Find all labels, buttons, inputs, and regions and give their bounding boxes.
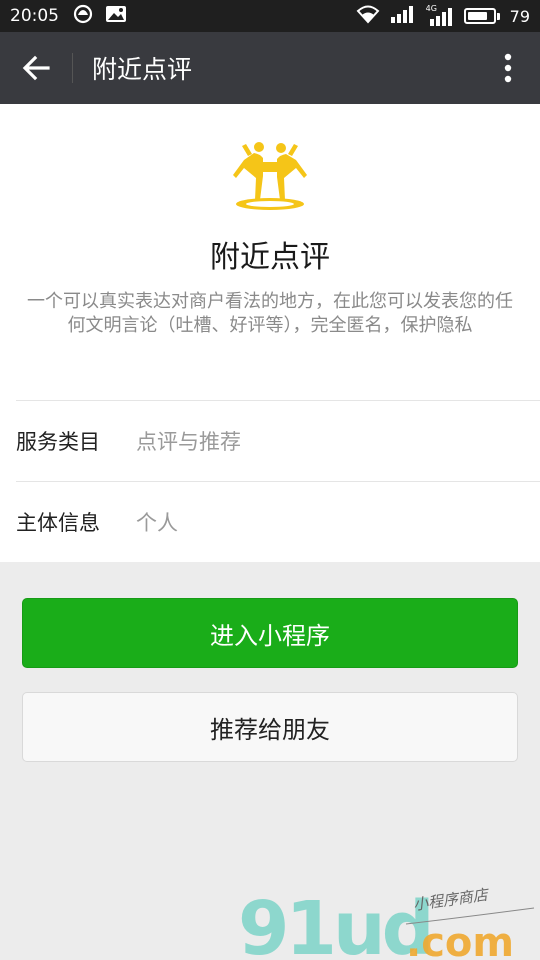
detail-label: 服务类目 <box>16 429 100 454</box>
nav-bar: 附近点评 <box>0 32 540 104</box>
detail-value: 点评与推荐 <box>136 429 241 454</box>
notification-icon <box>73 4 93 28</box>
detail-row-category: 服务类目 点评与推荐 <box>16 400 540 480</box>
image-icon <box>105 5 127 27</box>
detail-row-entity: 主体信息 个人 <box>16 481 540 561</box>
detail-value: 个人 <box>136 510 178 535</box>
watermark-logo: 91ud .com 小程序商店 <box>238 885 535 960</box>
back-button[interactable] <box>0 32 72 104</box>
more-vertical-icon <box>504 53 512 83</box>
watermark-brand: 91ud <box>238 886 431 960</box>
battery-icon <box>463 8 500 24</box>
status-time: 20:05 <box>10 6 59 26</box>
battery-percentage: 79 <box>509 6 530 26</box>
app-name: 附近点评 <box>210 240 330 275</box>
arrow-left-icon <box>22 55 50 81</box>
page-title: 附近点评 <box>92 55 193 84</box>
recommend-to-friend-button[interactable]: 推荐给朋友 <box>22 692 518 762</box>
nav-divider <box>72 53 73 83</box>
wifi-icon <box>356 4 380 28</box>
detail-label: 主体信息 <box>16 510 100 535</box>
signal-icon <box>390 5 416 27</box>
enter-mini-program-button[interactable]: 进入小程序 <box>22 598 518 668</box>
more-button[interactable] <box>476 32 540 104</box>
watermark-domain: .com <box>406 920 514 960</box>
people-cheering-icon <box>233 142 307 210</box>
signal-4g-icon: 4G <box>426 4 454 26</box>
status-bar: 20:05 4G 79 <box>0 0 540 32</box>
app-info-card: 附近点评 一个可以真实表达对商户看法的地方，在此您可以发表您的任何文明言论（吐槽… <box>0 104 540 562</box>
app-description: 一个可以真实表达对商户看法的地方，在此您可以发表您的任何文明言论（吐槽、好评等）… <box>27 291 513 336</box>
